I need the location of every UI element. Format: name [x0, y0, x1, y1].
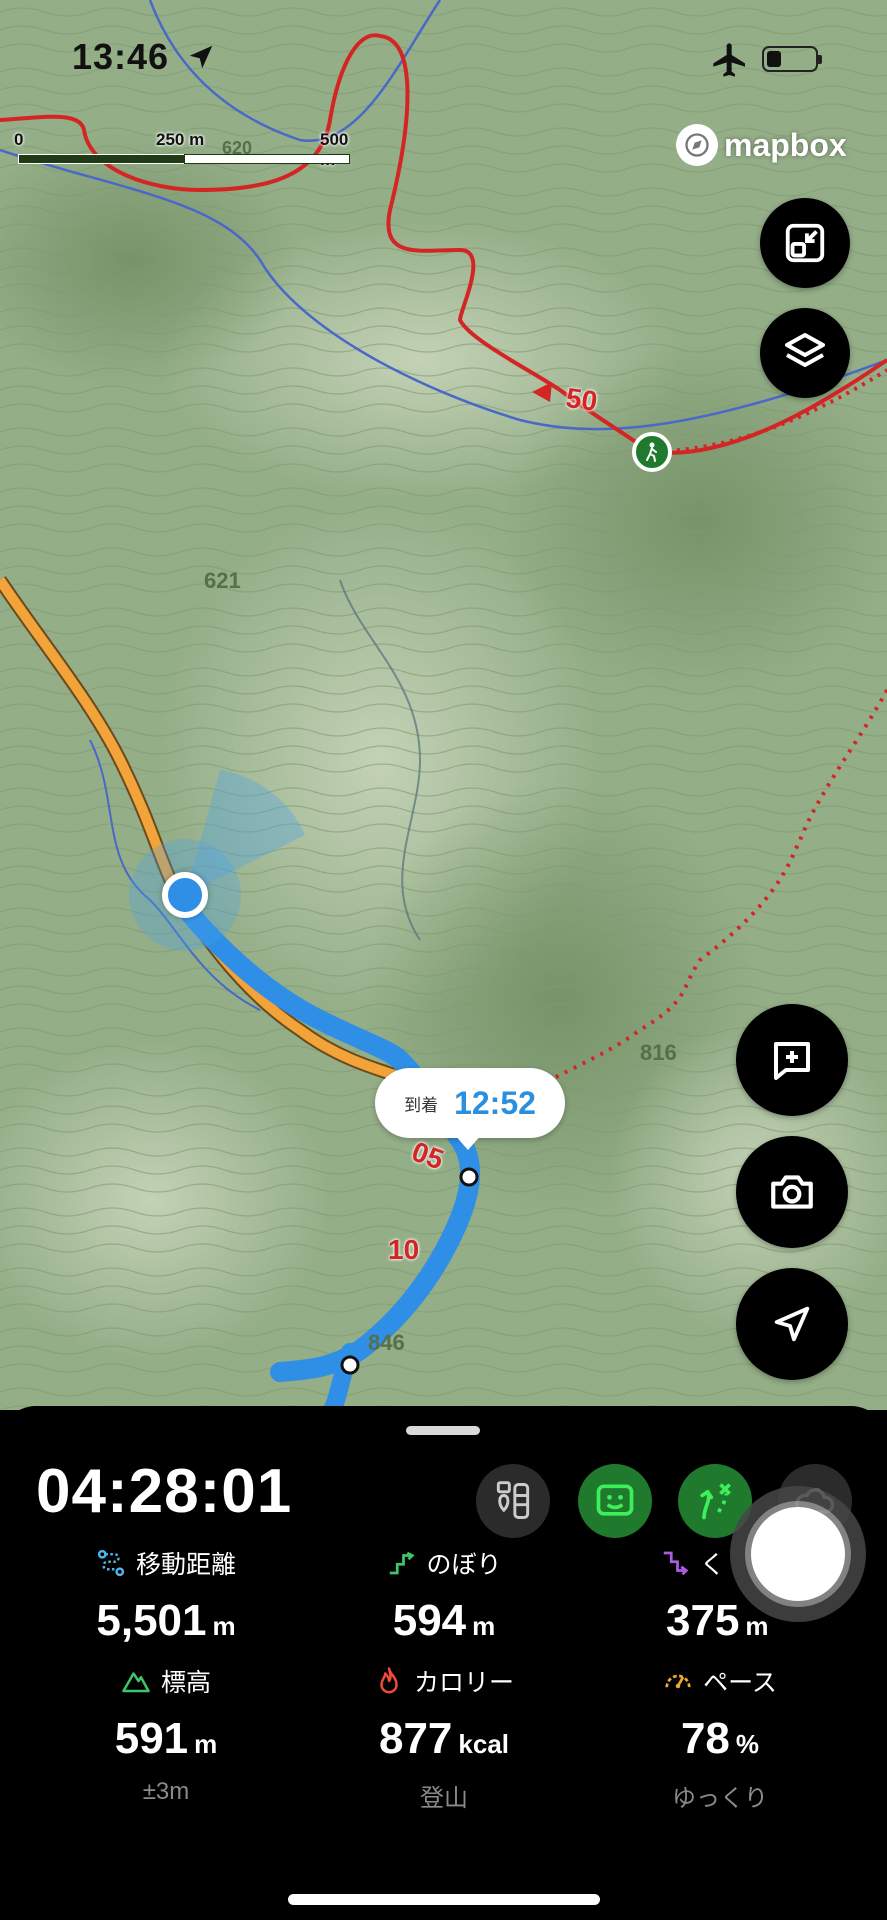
peak-label: 846: [368, 1330, 405, 1355]
assistive-touch-inner: [751, 1507, 845, 1601]
stat-value-row: 5,501 m: [46, 1596, 286, 1646]
add-note-icon: [774, 1042, 810, 1080]
status-time: 13:46: [72, 36, 170, 77]
stat-title: のぼり: [426, 1551, 502, 1579]
mapbox-wordmark: mapbox: [724, 126, 847, 163]
ascent-icon: [390, 1551, 416, 1575]
stat-value-row: 591 m: [46, 1714, 286, 1764]
scale-line-light: [184, 154, 350, 164]
route-distance-icon: [97, 1549, 125, 1577]
stat-title-row: 移動距離: [46, 1546, 286, 1580]
eta-label: 到着: [404, 1095, 439, 1115]
airplane-icon: [713, 43, 745, 77]
stat-title: く: [700, 1551, 726, 1579]
stat-value: 591: [114, 1714, 189, 1763]
companion-face-icon: [596, 1484, 634, 1516]
mapbox-mark-icon: [676, 124, 718, 166]
stat-calories: カロリー 877 kcal 登山: [324, 1664, 564, 1813]
peak-label: 621: [204, 568, 241, 593]
camera-icon: [771, 1175, 813, 1209]
stat-value-row: 877 kcal: [324, 1714, 564, 1764]
current-location-dot: [162, 872, 208, 918]
navigation-arrow-icon: [774, 1306, 810, 1342]
stat-value-row: 594 m: [324, 1596, 564, 1646]
descent-icon: [663, 1551, 689, 1576]
route-marker-label: 50: [564, 381, 600, 418]
stat-title-row: ペース: [600, 1664, 840, 1698]
layers-button[interactable]: [760, 308, 850, 398]
stat-ascent: のぼり 594 m: [324, 1546, 564, 1646]
expand-icon: [785, 223, 825, 263]
stat-title: 移動距離: [135, 1551, 236, 1579]
recenter-button[interactable]: [736, 1268, 848, 1380]
eta-time: 12:52: [454, 1084, 536, 1121]
activity-panel: 04:28:01 移動距離 5,501 m のぼり 594 m く 375 m …: [0, 1406, 887, 1920]
stat-subtext: 登山: [420, 1785, 468, 1812]
peak-label: 816: [640, 1040, 677, 1065]
layers-icon: [785, 333, 825, 367]
stat-unit: m: [472, 1611, 496, 1641]
stat-title-row: 標高: [46, 1664, 286, 1698]
stat-distance: 移動距離 5,501 m: [46, 1546, 286, 1646]
stat-title: ペース: [703, 1669, 777, 1697]
stat-value: 375: [666, 1596, 740, 1645]
stat-subtext: ±3m: [142, 1778, 190, 1805]
calorie-flame-icon: [380, 1667, 398, 1694]
expand-button[interactable]: [760, 198, 850, 288]
stat-pace: ペース 78% ゆっくり: [600, 1664, 840, 1813]
stat-value: 877: [378, 1714, 453, 1763]
home-indicator[interactable]: [288, 1894, 600, 1905]
status-bar: 13:46: [0, 0, 887, 110]
elapsed-time: 04:28:01: [36, 1457, 293, 1526]
stat-unit: m: [212, 1611, 236, 1641]
stat-value: 5,501: [96, 1596, 207, 1645]
elevation-icon: [122, 1672, 150, 1693]
map-scale-bar: 0 250 m 500 m: [14, 124, 350, 172]
stat-value: 78: [680, 1714, 730, 1763]
eta-bubble[interactable]: 到着 12:52: [375, 1068, 565, 1138]
stat-unit: %: [735, 1729, 760, 1759]
panel-drag-handle[interactable]: [406, 1426, 480, 1435]
stat-title-row: のぼり: [324, 1546, 564, 1580]
assistive-touch-button[interactable]: [730, 1486, 866, 1622]
scale-label-0: 0: [14, 130, 24, 149]
stat-unit: m: [194, 1729, 218, 1759]
scale-label-250: 250 m: [156, 130, 205, 149]
stat-title-row: カロリー: [324, 1664, 564, 1698]
camera-button[interactable]: [736, 1136, 848, 1248]
stat-elevation: 標高 591 m ±3m: [46, 1664, 286, 1806]
stat-value: 594: [392, 1596, 467, 1645]
eta-bubble-tail: [454, 1134, 482, 1150]
stat-unit: kcal: [458, 1729, 510, 1759]
add-note-button[interactable]: [736, 1004, 848, 1116]
hiker-icon: [646, 442, 657, 462]
route-marker-label: 10: [388, 1234, 420, 1265]
scale-line-dark: [18, 154, 186, 164]
stat-title: カロリー: [413, 1669, 514, 1697]
companion-button[interactable]: [578, 1464, 652, 1538]
stat-unit: m: [745, 1611, 769, 1641]
pace-gauge-icon: [665, 1674, 691, 1689]
gear-list-icon: [496, 1481, 530, 1519]
scale-label-500: 500 m: [320, 130, 349, 169]
location-arrow-icon: [189, 45, 213, 69]
gear-list-button[interactable]: [476, 1464, 550, 1538]
stat-subtext: ゆっくり: [672, 1785, 768, 1812]
mapbox-logo: mapbox: [676, 124, 847, 166]
off-route-icon: [700, 1483, 731, 1520]
stat-title: 標高: [160, 1669, 211, 1697]
stat-value-row: 78%: [600, 1714, 840, 1764]
battery-icon: [762, 46, 822, 72]
